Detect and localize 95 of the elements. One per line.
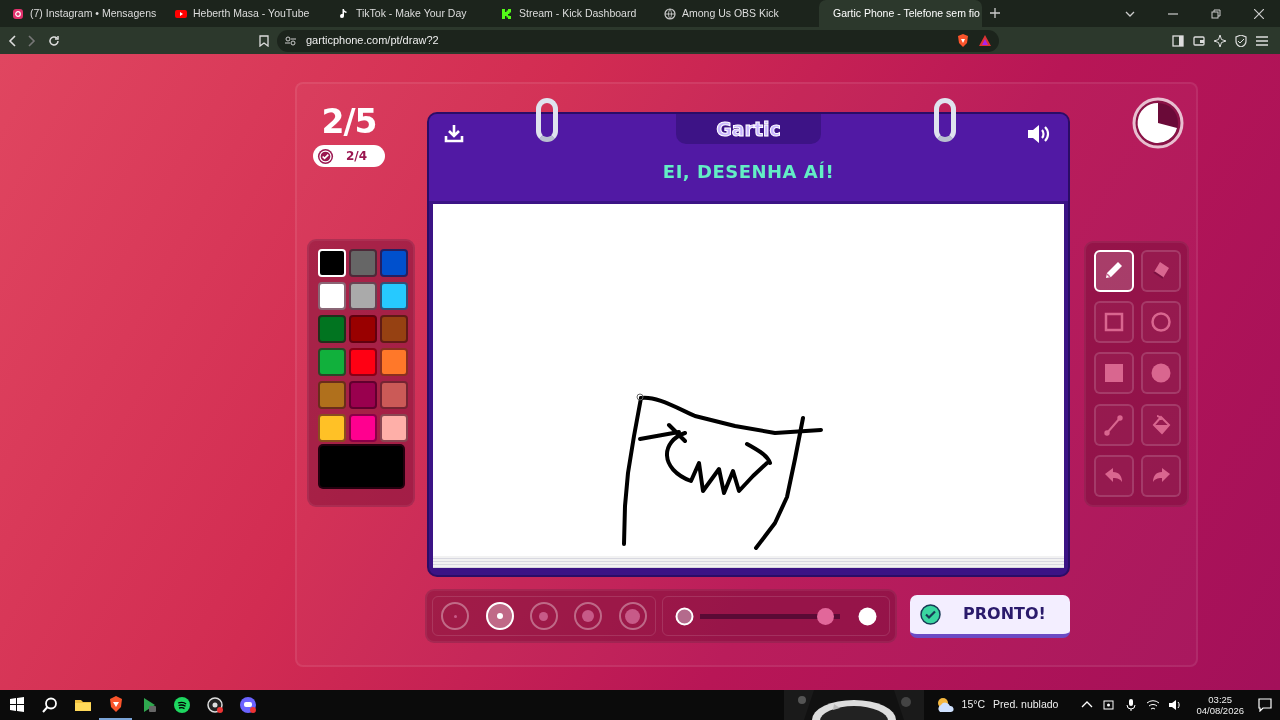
microphone-icon[interactable] [1124,698,1139,712]
globe-icon [664,7,676,20]
restore-icon[interactable] [1211,8,1221,19]
play-icon [175,7,187,20]
prompt-title: EI, DESENHA AÍ! [662,160,835,184]
tool-button[interactable] [1141,352,1181,395]
speaker-icon[interactable] [1168,698,1183,712]
new-tab-icon[interactable] [990,8,1000,18]
music-note-icon [338,7,350,20]
back-icon[interactable] [8,34,16,47]
triangle-icon[interactable] [979,35,991,46]
sparkle-icon[interactable] [1214,34,1226,47]
logo-text: Gartic [676,114,821,144]
ring-binder [934,98,956,142]
color-swatch[interactable] [380,282,408,310]
ring-binder [536,98,558,142]
tool-button[interactable] [1141,301,1181,344]
chat-bubble-icon[interactable] [239,697,256,713]
windows-start-icon[interactable] [8,697,25,713]
k-letter-icon [501,7,513,20]
spotify-icon[interactable] [173,697,190,713]
check-badge-icon [920,603,941,625]
shield-icon[interactable] [1235,34,1247,47]
recording-icon[interactable] [206,697,223,713]
camera-icon [12,7,24,20]
full-opacity-dot-icon [858,606,877,626]
color-swatch[interactable] [318,381,346,409]
tab-title: Heberth Masa - YouTube [193,5,311,21]
folder-icon[interactable] [74,697,91,713]
url-text: garticphone.com/pt/draw?2 [306,33,440,49]
weather-text: Pred. nublado [993,697,1059,713]
close-icon[interactable] [1254,8,1264,19]
low-opacity-dot-icon [675,606,694,626]
reload-icon[interactable] [48,34,60,47]
tool-button[interactable] [1141,250,1181,292]
tool-button[interactable] [1094,352,1134,395]
temperature-text: 15°C [961,697,986,713]
color-swatch[interactable] [349,381,377,409]
tool-button[interactable] [1094,403,1134,446]
search-icon[interactable] [41,697,58,713]
wallet-icon[interactable] [1193,34,1205,47]
browser-tab[interactable]: TikTok - Make Your Day [330,0,493,27]
site-settings-icon[interactable] [285,35,296,46]
color-swatch[interactable] [349,249,377,277]
browser-tab[interactable]: (7) Instagram • Mensagens [4,0,167,27]
lion-shield-icon[interactable] [957,34,969,47]
lion-shield-icon[interactable] [107,696,124,712]
color-swatch[interactable] [380,381,408,409]
camera-icon[interactable] [1102,698,1117,712]
color-swatch[interactable] [380,348,408,376]
line-tool-icon [1102,412,1126,437]
tab-title: Among Us OBS Kick [682,5,780,21]
brush-size-button[interactable] [485,602,514,630]
tab-title: Gartic Phone - Telefone sem fio [833,5,980,21]
clock-time[interactable]: 03:25 [1208,694,1233,705]
color-swatch[interactable] [318,282,346,310]
circle-outline-icon [1149,310,1173,335]
players-done-badge: 2/4 [313,145,385,167]
color-swatch[interactable] [380,249,408,277]
sidebar-icon[interactable] [1172,34,1184,47]
tab-title: TikTok - Make Your Day [356,5,468,21]
tool-button[interactable] [1094,454,1134,497]
tab-title: (7) Instagram • Mensagens [30,5,158,21]
browser-tab[interactable]: Stream - Kick Dashboard [493,0,656,27]
tool-button[interactable] [1094,250,1134,292]
menu-icon[interactable] [1256,34,1268,47]
slider-thumb[interactable] [816,607,834,625]
color-swatch[interactable] [318,315,346,343]
round-counter: 2/5 [321,104,377,140]
notification-icon[interactable] [1258,698,1272,712]
color-swatch[interactable] [349,348,377,376]
cloudy-moon-icon[interactable] [935,697,954,713]
color-swatch[interactable] [349,315,377,343]
forward-icon[interactable] [28,34,36,47]
color-swatch[interactable] [349,282,377,310]
color-swatch[interactable] [380,315,408,343]
browser-tab[interactable]: Among Us OBS Kick [656,0,819,27]
check-circle-icon [317,147,334,165]
browser-tab[interactable]: Heberth Masa - YouTube [167,0,330,27]
timer-icon [1132,97,1184,149]
tool-button[interactable] [1141,403,1181,446]
address-bar[interactable]: garticphone.com/pt/draw?2 [277,29,999,52]
color-swatch[interactable] [318,414,346,442]
color-swatch[interactable] [318,348,346,376]
clock-date[interactable]: 04/08/2026 [1196,705,1244,716]
color-swatch[interactable] [349,414,377,442]
bookmark-icon[interactable] [259,34,269,47]
color-swatch[interactable] [380,414,408,442]
download-icon[interactable] [444,124,464,143]
tool-button[interactable] [1141,454,1181,497]
wifi-icon[interactable] [1146,698,1161,712]
done-button[interactable]: PRONTO! [910,594,1070,638]
tab-title: Stream - Kick Dashboard [519,5,638,21]
browser-tab[interactable]: Gartic Phone - Telefone sem fio [819,0,982,27]
tool-button[interactable] [1094,301,1134,344]
